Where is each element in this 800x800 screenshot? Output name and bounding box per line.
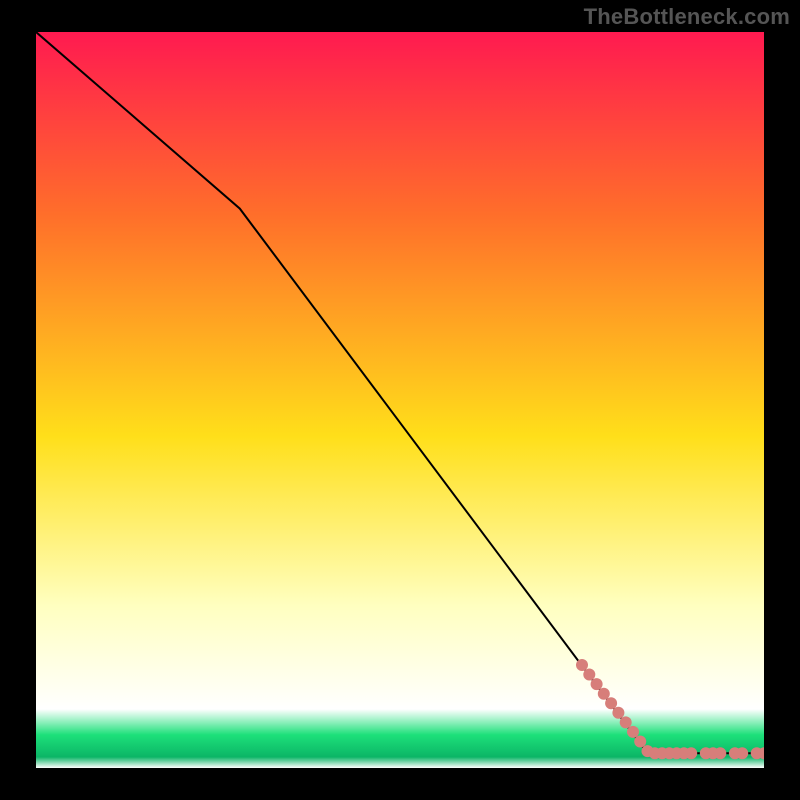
watermark-text: TheBottleneck.com [584, 4, 790, 30]
data-point [576, 659, 588, 671]
plot-area [36, 32, 764, 768]
data-point [685, 747, 697, 759]
data-point [620, 716, 632, 728]
data-point [598, 688, 610, 700]
data-point [627, 726, 639, 738]
chart-svg [36, 32, 764, 768]
gradient-background [36, 32, 764, 768]
data-point [612, 707, 624, 719]
data-point [591, 678, 603, 690]
data-point [736, 747, 748, 759]
data-point [714, 747, 726, 759]
chart-frame: TheBottleneck.com [0, 0, 800, 800]
data-point [605, 697, 617, 709]
data-point [634, 736, 646, 748]
data-point [583, 669, 595, 681]
